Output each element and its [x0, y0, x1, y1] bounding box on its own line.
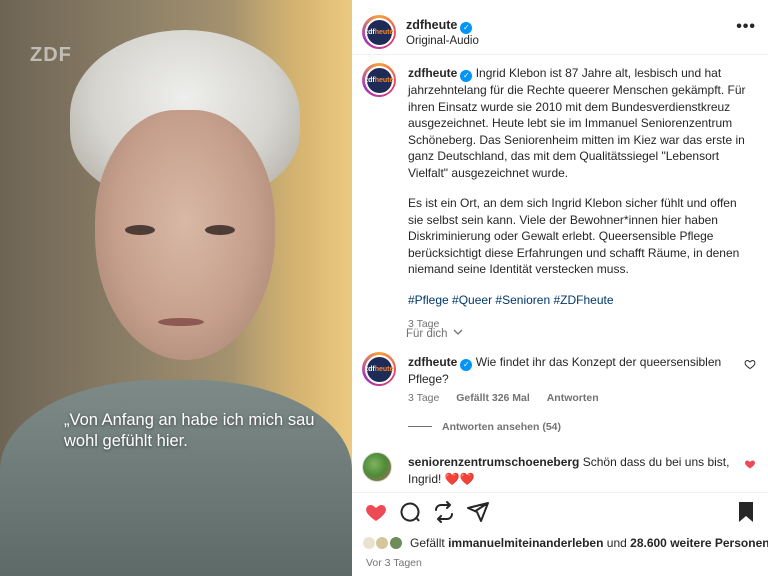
likes-count[interactable]: 28.600 weitere Personen	[630, 536, 768, 550]
hashtag-senioren[interactable]: #Senioren	[495, 293, 550, 307]
account-avatar[interactable]: zdf heute	[362, 15, 396, 49]
person-eye-left	[125, 225, 155, 235]
hashtag-pflege[interactable]: #Pflege	[408, 293, 449, 307]
more-options-icon[interactable]: •••	[736, 18, 756, 36]
action-bar	[362, 500, 758, 528]
comment-likes[interactable]: Gefällt 326 Mal	[456, 392, 530, 404]
header-divider	[352, 54, 768, 55]
liker-avatar	[388, 536, 403, 550]
comment-text: seniorenzentrumschoeneberg Schön dass du…	[408, 455, 730, 486]
comment-actions: 3 Tage Gefällt 326 Mal Antworten	[408, 392, 613, 404]
reply-button[interactable]: Antworten	[547, 392, 599, 404]
verified-icon: ✓	[460, 359, 473, 371]
account-name[interactable]: zdfheute ✓	[406, 18, 473, 34]
liker-account[interactable]: immanuelmiteinanderleben	[448, 536, 603, 550]
likes-summary[interactable]: Gefällt immanuelmiteinanderleben und 28.…	[362, 536, 768, 550]
post-date: Vor 3 Tagen	[366, 557, 422, 569]
liker-avatar	[362, 536, 376, 550]
caption-avatar[interactable]: zdf heute	[362, 63, 396, 97]
caption-paragraph-2: Es ist ein Ort, an dem sich Ingrid Klebo…	[408, 196, 740, 276]
comment-age: 3 Tage	[408, 392, 440, 404]
chevron-down-icon	[453, 329, 463, 335]
save-bookmark-icon[interactable]	[736, 500, 756, 524]
hashtag-zdfheute[interactable]: #ZDFheute	[553, 293, 613, 307]
liked-heart-icon[interactable]	[744, 458, 756, 470]
share-icon[interactable]	[466, 500, 490, 524]
comment-avatar[interactable]: zdf heute	[362, 352, 396, 386]
like-heart-icon[interactable]	[364, 500, 388, 524]
caption-account[interactable]: zdfheute	[408, 66, 457, 80]
comment-account[interactable]: seniorenzentrumschoeneberg	[408, 455, 579, 469]
for-you-toggle[interactable]: Für dich	[406, 328, 463, 340]
verified-icon: ✓	[460, 70, 473, 82]
actions-divider	[352, 492, 768, 493]
replies-line	[408, 426, 432, 427]
hashtag-queer[interactable]: #Queer	[452, 293, 492, 307]
caption-paragraph-1: Ingrid Klebon ist 87 Jahre alt, lesbisch…	[408, 66, 746, 180]
caption-body: zdfheute ✓ Ingrid Klebon ist 87 Jahre alt…	[408, 65, 748, 333]
view-replies-button[interactable]: Antworten ansehen (54)	[408, 421, 561, 433]
comment-account[interactable]: zdfheute	[408, 355, 457, 369]
comment-text: zdfheute ✓ Wie findet ihr das Konzept der…	[408, 355, 722, 386]
post-header: zdf heute zdfheute ✓ Original-Audio •••	[362, 12, 760, 52]
video-panel[interactable]: ZDF „Von Anfang an habe ich mich sau woh…	[0, 0, 352, 576]
comment-icon[interactable]	[398, 500, 422, 524]
like-comment-icon[interactable]	[744, 358, 756, 370]
person-eye-right	[205, 225, 235, 235]
hashtags: #Pflege #Queer #Senioren #ZDFheute	[408, 292, 748, 309]
repost-icon[interactable]	[432, 500, 456, 524]
liker-avatar	[375, 536, 390, 550]
person-mouth	[158, 318, 204, 326]
verified-icon: ✓	[460, 22, 473, 34]
zdf-logo: ZDF	[30, 44, 72, 66]
comment-avatar[interactable]	[362, 452, 392, 482]
video-subtitle: „Von Anfang an habe ich mich sau wohl ge…	[64, 411, 315, 450]
audio-link[interactable]: Original-Audio	[406, 35, 479, 47]
